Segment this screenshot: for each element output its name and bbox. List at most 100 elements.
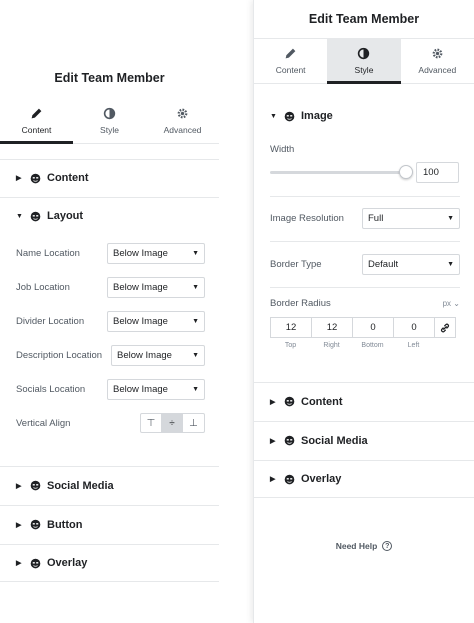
control-label: Job Location bbox=[16, 281, 70, 293]
select-value: Below Image bbox=[113, 315, 168, 327]
name-location-select[interactable]: Below Image ▼ bbox=[107, 242, 205, 264]
width-slider-track[interactable] bbox=[270, 171, 406, 174]
control-label: Vertical Align bbox=[16, 417, 71, 429]
caret-right-icon: ▶ bbox=[270, 476, 276, 483]
radius-top-input[interactable]: 12 bbox=[270, 317, 311, 338]
eicon-icon bbox=[30, 558, 41, 568]
eicon-icon bbox=[30, 480, 41, 491]
tab-advanced[interactable]: Advanced bbox=[401, 39, 474, 83]
control-label: Divider Location bbox=[16, 315, 85, 327]
select-value: Default bbox=[368, 258, 399, 270]
job-location-control: Job Location Below Image ▼ bbox=[16, 276, 205, 298]
tab-advanced[interactable]: Advanced bbox=[146, 98, 219, 143]
dim-label: Top bbox=[284, 342, 297, 349]
caret-right-icon: ▶ bbox=[16, 175, 22, 182]
align-top-button[interactable]: ⊤ bbox=[141, 414, 162, 432]
caret-right-icon: ▶ bbox=[270, 398, 276, 406]
width-label-row: Width bbox=[270, 142, 460, 156]
description-location-control: Description Location Below Image ▼ bbox=[16, 344, 205, 366]
section-content[interactable]: ▶ Content bbox=[0, 159, 219, 196]
divider bbox=[270, 287, 460, 288]
control-label: Description Location bbox=[16, 349, 103, 361]
section-button[interactable]: ▶ Button bbox=[0, 505, 219, 543]
section-label: Social Media bbox=[47, 479, 114, 492]
align-bottom-button[interactable]: ⊥ bbox=[183, 414, 204, 432]
section-label: Content bbox=[301, 395, 343, 408]
tab-bar: Content Style Advanced bbox=[254, 38, 474, 84]
caret-right-icon: ▶ bbox=[16, 521, 22, 529]
link-values-button[interactable] bbox=[434, 317, 456, 338]
radius-right-input[interactable]: 12 bbox=[311, 317, 352, 338]
caret-right-icon: ▶ bbox=[270, 437, 276, 445]
section-label: Content bbox=[47, 172, 89, 184]
section-image[interactable]: ▼ Image bbox=[254, 98, 474, 134]
divider bbox=[270, 241, 460, 242]
eicon-icon bbox=[284, 474, 295, 484]
section-social-media[interactable]: ▶ Social Media bbox=[0, 466, 219, 504]
description-location-select[interactable]: Below Image ▼ bbox=[111, 344, 205, 366]
chevron-down-icon: ▼ bbox=[192, 385, 199, 393]
half-circle-icon bbox=[358, 47, 370, 60]
select-value: Below Image bbox=[113, 383, 168, 395]
width-slider-thumb[interactable] bbox=[399, 165, 413, 179]
eicon-icon bbox=[30, 211, 41, 221]
question-icon: ? bbox=[382, 541, 393, 551]
chevron-down-icon: ▼ bbox=[192, 317, 199, 325]
image-resolution-select[interactable]: Full ▼ bbox=[362, 207, 460, 229]
radius-left-input[interactable]: 0 bbox=[393, 317, 434, 338]
control-label: Width bbox=[270, 143, 295, 155]
dim-label: Bottom bbox=[361, 342, 384, 349]
caret-right-icon: ▶ bbox=[16, 482, 22, 490]
section-layout[interactable]: ▼ Layout bbox=[0, 197, 219, 234]
tab-content[interactable]: Content bbox=[0, 98, 73, 144]
control-label: Border Type bbox=[270, 258, 322, 270]
border-type-select[interactable]: Default ▼ bbox=[362, 253, 460, 275]
eicon-icon bbox=[284, 396, 295, 407]
chevron-down-icon: ▼ bbox=[192, 249, 199, 257]
select-value: Below Image bbox=[113, 281, 168, 293]
panel-title: Edit Team Member bbox=[308, 12, 420, 26]
section-label: Overlay bbox=[301, 473, 342, 485]
section-label: Image bbox=[301, 110, 333, 122]
caret-down-icon: ▼ bbox=[270, 112, 277, 120]
eicon-icon bbox=[284, 435, 295, 446]
caret-right-icon: ▶ bbox=[16, 560, 22, 567]
divider bbox=[270, 196, 460, 197]
job-location-select[interactable]: Below Image ▼ bbox=[107, 276, 205, 298]
divider-location-select[interactable]: Below Image ▼ bbox=[107, 310, 205, 332]
section-label: Button bbox=[47, 518, 83, 531]
gear-icon bbox=[177, 108, 188, 118]
section-label: Overlay bbox=[47, 557, 88, 569]
section-content[interactable]: ▶ Content bbox=[254, 382, 474, 420]
socials-location-select[interactable]: Below Image ▼ bbox=[107, 378, 205, 400]
tab-label: Style bbox=[100, 124, 119, 135]
align-middle-button[interactable]: ÷ bbox=[162, 414, 183, 432]
panel-title: Edit Team Member bbox=[54, 71, 165, 85]
tab-bar: Content Style Advanced bbox=[0, 98, 219, 144]
radius-bottom-input[interactable]: 0 bbox=[352, 317, 393, 338]
unit-label: px bbox=[442, 298, 452, 308]
unit-selector[interactable]: px ⌄ bbox=[443, 299, 460, 308]
socials-location-control: Socials Location Below Image ▼ bbox=[16, 378, 205, 400]
chevron-down-icon: ▼ bbox=[192, 351, 199, 359]
section-overlay[interactable]: ▶ Overlay bbox=[0, 544, 219, 582]
tab-label: Content bbox=[275, 65, 306, 75]
section-label: Layout bbox=[47, 210, 84, 222]
border-type-control: Border Type Default ▼ bbox=[270, 253, 460, 275]
tab-style[interactable]: Style bbox=[327, 39, 401, 84]
control-label: Socials Location bbox=[16, 383, 86, 395]
chevron-down-icon: ▼ bbox=[447, 214, 454, 222]
tab-label: Advanced bbox=[418, 65, 457, 75]
need-help-link[interactable]: Need Help ? bbox=[254, 541, 474, 551]
image-resolution-control: Image Resolution Full ▼ bbox=[270, 207, 460, 229]
section-overlay[interactable]: ▶ Overlay bbox=[254, 460, 474, 498]
section-social-media[interactable]: ▶ Social Media bbox=[254, 421, 474, 459]
tab-style[interactable]: Style bbox=[73, 98, 146, 143]
link-icon bbox=[440, 323, 450, 332]
vertical-align-control: Vertical Align ⊤ ÷ ⊥ bbox=[16, 412, 205, 434]
dim-label: Right bbox=[323, 342, 340, 349]
eicon-icon bbox=[30, 173, 41, 183]
tab-content[interactable]: Content bbox=[254, 39, 327, 83]
width-input[interactable]: 100 bbox=[416, 162, 459, 183]
control-label: Image Resolution bbox=[270, 212, 344, 224]
